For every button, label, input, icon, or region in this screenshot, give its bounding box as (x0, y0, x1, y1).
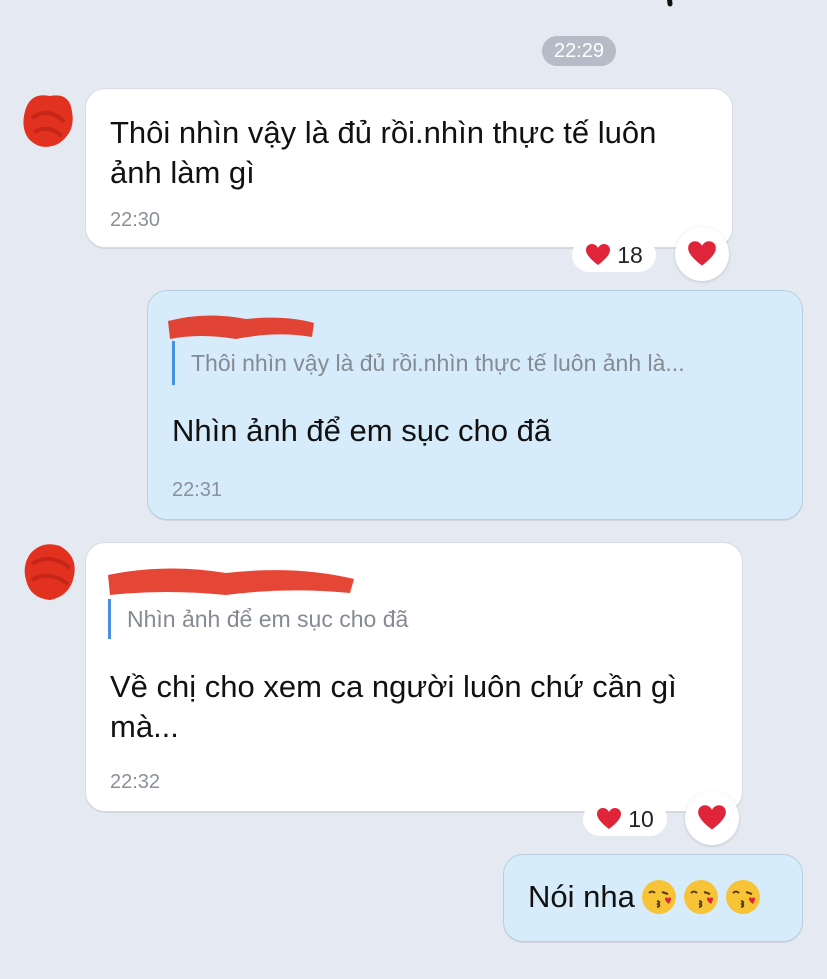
reaction-count: 18 (617, 241, 643, 268)
message-text-line: mà... (110, 709, 179, 744)
quote-text: Nhìn ảnh để em sục cho đã (127, 606, 409, 632)
message-bubble-incoming[interactable]: Nhìn ảnh để em sục cho đã Về chị cho xem… (85, 542, 743, 812)
quote-block[interactable]: Nhìn ảnh để em sục cho đã (108, 599, 408, 639)
quote-block[interactable]: Thôi nhìn vậy là đủ rồi.nhìn thực tế luô… (172, 341, 685, 385)
time-divider: 22:29 (542, 36, 616, 66)
heart-icon (698, 805, 726, 830)
heart-icon (688, 241, 716, 266)
reaction-count: 10 (628, 805, 654, 832)
heart-icon (586, 244, 611, 265)
quoted-sender-redacted (108, 568, 354, 595)
kissing-heart-emoji-icon (725, 880, 760, 914)
message-text-line: Thôi nhìn vậy là đủ rồi.nhìn thực tế luô… (110, 115, 657, 150)
avatar[interactable] (18, 88, 76, 152)
react-heart-button[interactable] (675, 227, 729, 281)
kissing-heart-emoji-icon (641, 880, 676, 914)
message-text: Nói nha (528, 879, 635, 914)
message-bubble-incoming[interactable]: Thôi nhìn vậy là đủ rồi.nhìn thực tế luô… (85, 88, 733, 248)
message-text-line: Về chị cho xem ca người luôn chứ cần gì (110, 669, 677, 704)
kissing-heart-emoji-icon (683, 880, 718, 914)
redaction-scribble (667, 0, 673, 7)
quote-text: Thôi nhìn vậy là đủ rồi.nhìn thực tế luô… (191, 350, 685, 376)
message-text: Nhìn ảnh để em sục cho đã (172, 413, 552, 448)
message-bubble-outgoing[interactable]: Thôi nhìn vậy là đủ rồi.nhìn thực tế luô… (147, 290, 803, 520)
message-time: 22:31 (172, 479, 223, 501)
avatar[interactable] (20, 538, 78, 602)
message-time: 22:30 (110, 209, 161, 231)
message-time: 22:32 (110, 771, 161, 793)
message-bubble-outgoing[interactable]: Nói nha (503, 854, 803, 942)
message-text-line: ảnh làm gì (110, 155, 255, 190)
reaction-count-pill[interactable]: 18 (572, 238, 656, 272)
reaction-count-pill[interactable]: 10 (583, 802, 667, 836)
heart-icon (597, 808, 622, 829)
react-heart-button[interactable] (685, 791, 739, 845)
